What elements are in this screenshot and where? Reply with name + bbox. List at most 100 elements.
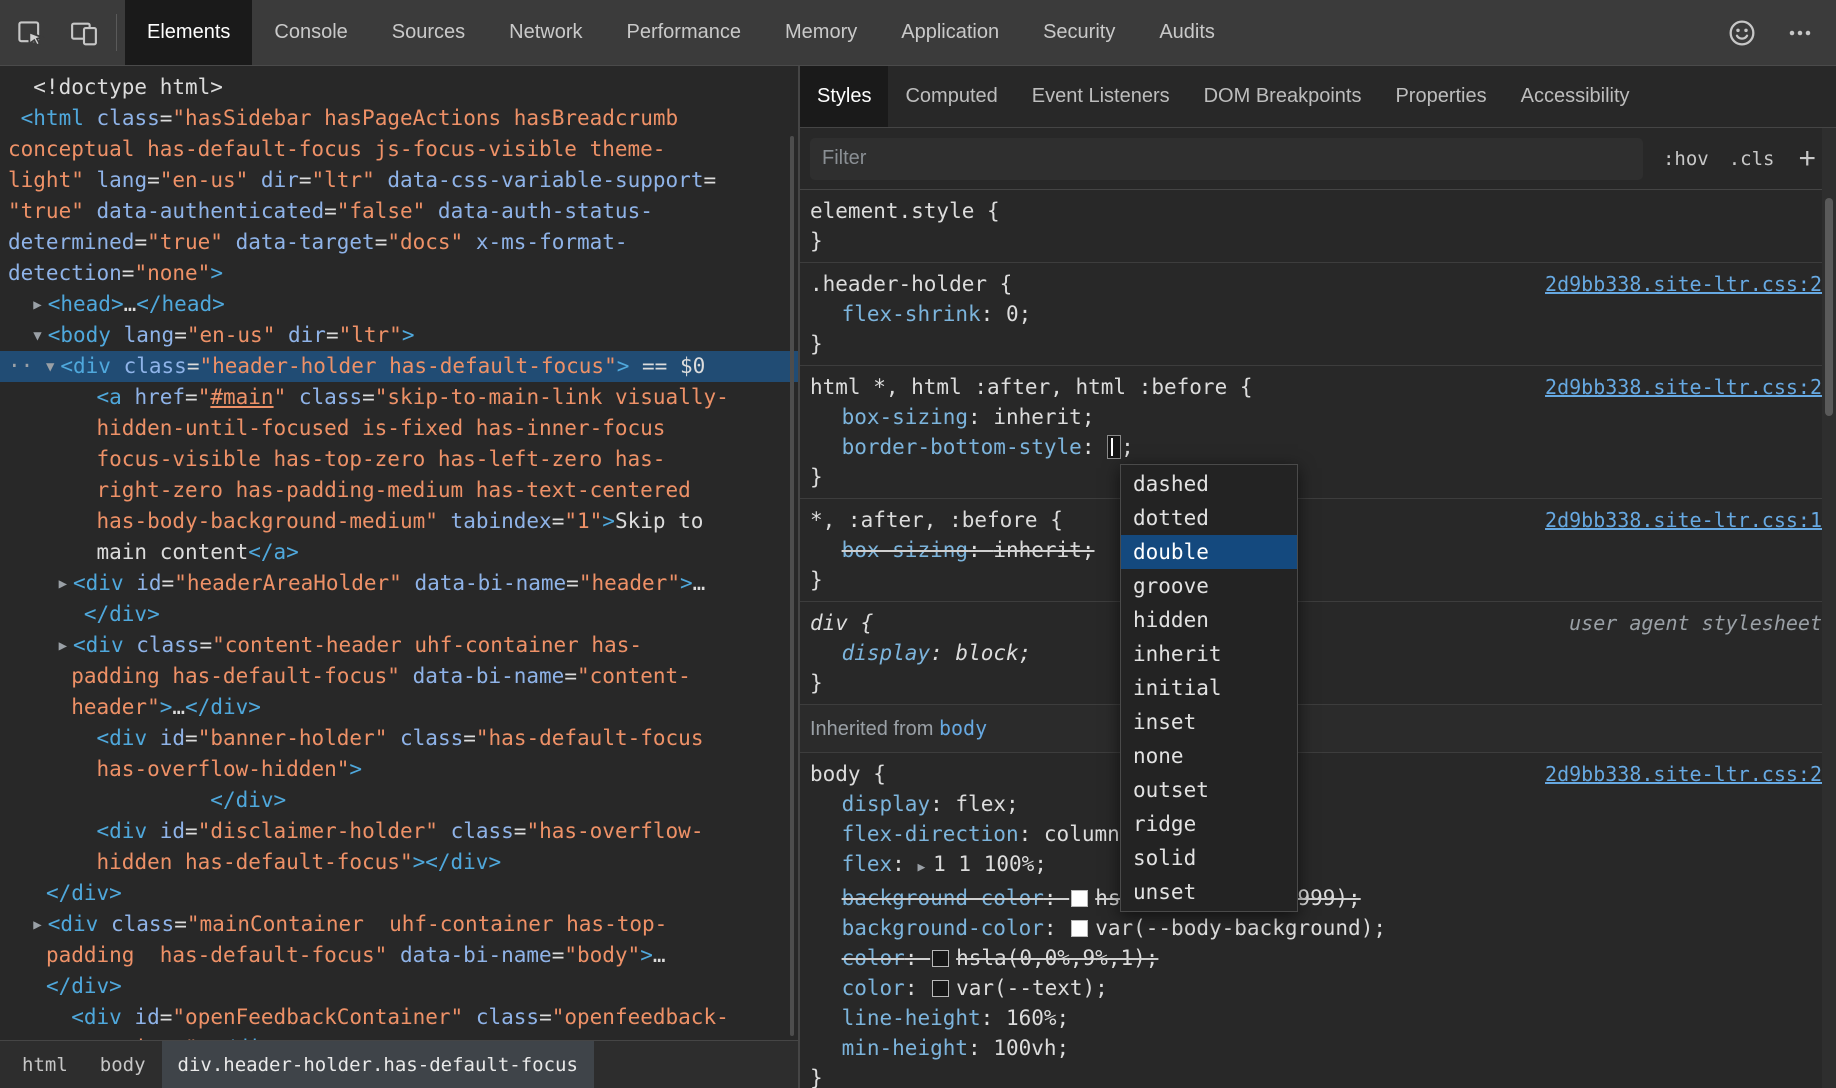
property-name[interactable]: flex xyxy=(842,852,893,876)
property-value[interactable]: inherit; xyxy=(993,405,1094,429)
tab-security[interactable]: Security xyxy=(1021,0,1137,65)
expand-arrow-icon[interactable]: ▼ xyxy=(46,352,54,383)
tree-row[interactable]: <div id="banner-holder" class="has-defau… xyxy=(0,723,798,754)
tree-row[interactable]: </div> xyxy=(0,785,798,816)
style-property[interactable]: line-height: 160%; xyxy=(810,1003,1822,1033)
property-value[interactable]: var(--body-background); xyxy=(1095,916,1386,940)
breadcrumb-item[interactable]: div.header-holder.has-default-focus xyxy=(161,1041,594,1088)
expand-arrow-icon[interactable]: ▶ xyxy=(59,631,67,662)
tab-memory[interactable]: Memory xyxy=(763,0,879,65)
rule-selector[interactable]: html *, html :after, html :before { xyxy=(810,372,1253,402)
inspect-icon[interactable] xyxy=(8,11,52,55)
property-name[interactable]: display xyxy=(842,792,931,816)
rule-selector[interactable]: *, :after, :before { xyxy=(810,505,1063,535)
tree-row[interactable]: <div id="openFeedbackContainer" class="o… xyxy=(0,1002,798,1033)
style-property[interactable]: color: hsla(0,0%,9%,1); xyxy=(810,943,1822,973)
style-property[interactable]: flex-direction: column; xyxy=(810,819,1822,849)
color-swatch-icon[interactable] xyxy=(1071,920,1089,937)
feedback-smiley-icon[interactable] xyxy=(1720,11,1764,55)
rule-selector[interactable]: .header-holder { xyxy=(810,269,1012,299)
sidebar-tab-event-listeners[interactable]: Event Listeners xyxy=(1015,66,1187,127)
style-property[interactable]: background-color: hsla(0,0%,100%,.999); xyxy=(810,883,1822,913)
property-name[interactable]: flex-direction xyxy=(842,822,1019,846)
property-value[interactable]: inherit; xyxy=(993,538,1094,562)
autocomplete-option[interactable]: unset xyxy=(1121,875,1297,909)
tree-row[interactable]: <a href="#main" class="skip-to-main-link… xyxy=(0,382,798,413)
styles-scrollbar-track[interactable] xyxy=(1822,128,1836,1088)
breadcrumb-item[interactable]: body xyxy=(84,1041,162,1088)
tree-row[interactable]: header">…</div> xyxy=(0,692,798,723)
autocomplete-option[interactable]: initial xyxy=(1121,671,1297,705)
autocomplete-option[interactable]: none xyxy=(1121,739,1297,773)
inherited-node-link[interactable]: body xyxy=(939,716,987,740)
device-toolbar-icon[interactable] xyxy=(62,11,106,55)
stylesheet-link[interactable]: 2d9bb338.site-ltr.css:2 xyxy=(1545,759,1822,789)
sidebar-tab-computed[interactable]: Computed xyxy=(888,66,1014,127)
property-value[interactable]: var(--text); xyxy=(956,976,1108,1000)
tree-row[interactable]: has-body-background-medium" tabindex="1"… xyxy=(0,506,798,537)
expand-arrow-icon[interactable]: ▶ xyxy=(59,569,67,600)
tree-row[interactable]: <!doctype html> xyxy=(0,72,798,103)
value-edit-box[interactable] xyxy=(1107,435,1122,459)
tree-row[interactable]: right-zero has-padding-medium has-text-c… xyxy=(0,475,798,506)
style-property[interactable]: box-sizing: inherit; xyxy=(810,402,1822,432)
property-value[interactable]: flex; xyxy=(955,792,1018,816)
property-value[interactable]: 100vh; xyxy=(993,1036,1069,1060)
property-name[interactable]: display xyxy=(842,641,931,665)
tree-row[interactable]: main content</a> xyxy=(0,537,798,568)
property-value[interactable]: block; xyxy=(955,641,1031,665)
stylesheet-link[interactable]: 2d9bb338.site-ltr.css:2 xyxy=(1545,372,1822,402)
tree-row[interactable]: <html class="hasSidebar hasPageActions h… xyxy=(0,103,798,134)
tree-row[interactable]: container"></div> xyxy=(0,1033,798,1040)
autocomplete-option[interactable]: dotted xyxy=(1121,501,1297,535)
property-name[interactable]: box-sizing xyxy=(842,538,968,562)
stylesheet-link[interactable]: 2d9bb338.site-ltr.css:1 xyxy=(1545,505,1822,535)
stylesheet-link[interactable]: 2d9bb338.site-ltr.css:2 xyxy=(1545,269,1822,299)
expand-arrow-icon[interactable]: ▶ xyxy=(33,290,41,321)
expand-arrow-icon[interactable]: ▶ xyxy=(33,910,41,941)
color-swatch-icon[interactable] xyxy=(1071,890,1089,907)
autocomplete-option[interactable]: solid xyxy=(1121,841,1297,875)
expand-arrow-icon[interactable]: ▼ xyxy=(33,321,41,352)
property-value[interactable]: 0; xyxy=(1006,302,1031,326)
tree-row[interactable]: ▼ <body lang="en-us" dir="ltr"> xyxy=(0,320,798,351)
autocomplete-option[interactable]: ridge xyxy=(1121,807,1297,841)
more-menu-icon[interactable] xyxy=(1778,11,1822,55)
expand-value-icon[interactable]: ▶ xyxy=(917,860,933,875)
property-name[interactable]: color xyxy=(842,976,905,1000)
tab-sources[interactable]: Sources xyxy=(370,0,487,65)
property-name[interactable]: color xyxy=(842,946,905,970)
style-property[interactable]: min-height: 100vh; xyxy=(810,1033,1822,1063)
tree-row[interactable]: ·· ▼ <div class="header-holder has-defaul… xyxy=(0,351,798,382)
style-property[interactable]: background-color: var(--body-background)… xyxy=(810,913,1822,943)
tree-row[interactable]: hidden-until-focused is-fixed has-inner-… xyxy=(0,413,798,444)
style-property[interactable]: box-sizing: inherit; xyxy=(810,535,1822,565)
tree-row[interactable]: </div> xyxy=(0,878,798,909)
styles-filter-input[interactable] xyxy=(810,137,1643,180)
style-property[interactable]: border-bottom-style: ; xyxy=(810,432,1822,462)
styles-scrollbar-thumb[interactable] xyxy=(1825,198,1833,416)
tree-row[interactable]: ▶ <div class="content-header uhf-containe… xyxy=(0,630,798,661)
style-property[interactable]: display: flex; xyxy=(810,789,1822,819)
new-style-rule-button[interactable]: + xyxy=(1794,143,1820,174)
sidebar-tab-accessibility[interactable]: Accessibility xyxy=(1504,66,1647,127)
tree-row[interactable]: conceptual has-default-focus js-focus-vi… xyxy=(0,134,798,165)
style-property[interactable]: flex-shrink: 0; xyxy=(810,299,1822,329)
autocomplete-option[interactable]: dashed xyxy=(1121,467,1297,501)
property-name[interactable]: flex-shrink xyxy=(842,302,981,326)
tree-row[interactable]: focus-visible has-top-zero has-left-zero… xyxy=(0,444,798,475)
style-property[interactable]: flex: ▶ 1 1 100%; xyxy=(810,849,1822,883)
sidebar-tab-dom-breakpoints[interactable]: DOM Breakpoints xyxy=(1187,66,1379,127)
tree-row[interactable]: <div id="disclaimer-holder" class="has-o… xyxy=(0,816,798,847)
elements-scrollbar[interactable] xyxy=(790,136,794,1036)
tree-row[interactable]: "true" data-authenticated="false" data-a… xyxy=(0,196,798,227)
tree-row[interactable]: has-overflow-hidden"> xyxy=(0,754,798,785)
tab-network[interactable]: Network xyxy=(487,0,604,65)
style-property[interactable]: color: var(--text); xyxy=(810,973,1822,1003)
tree-row[interactable]: hidden has-default-focus"></div> xyxy=(0,847,798,878)
property-value[interactable]: 1 1 100%; xyxy=(933,852,1047,876)
tree-row[interactable]: ▶ <div id="headerAreaHolder" data-bi-name… xyxy=(0,568,798,599)
property-name[interactable]: line-height xyxy=(842,1006,981,1030)
autocomplete-option[interactable]: inset xyxy=(1121,705,1297,739)
sidebar-tab-styles[interactable]: Styles xyxy=(800,66,889,127)
